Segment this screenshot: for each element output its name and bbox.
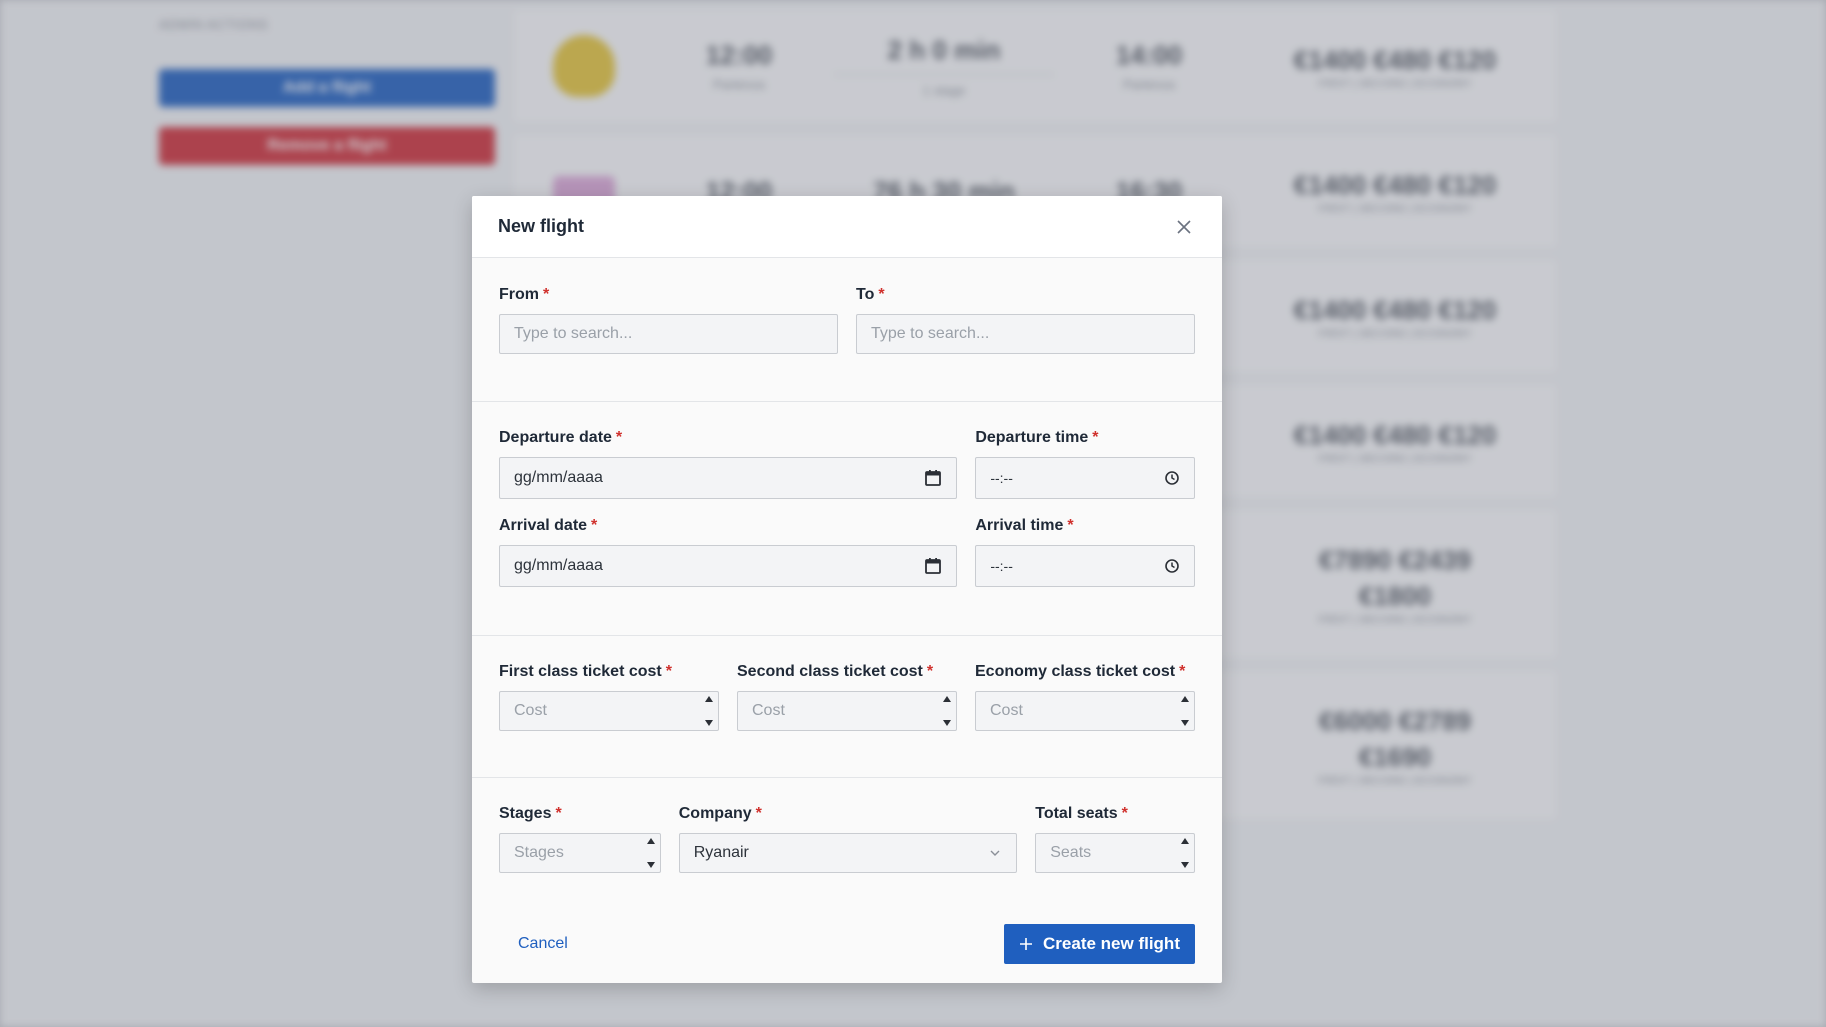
first-class-cost-label: First class ticket cost [499, 663, 662, 680]
stages-label: Stages [499, 805, 552, 822]
arrival-time-input[interactable]: --:-- [975, 545, 1195, 587]
departure-date-input[interactable]: gg/mm/aaaa [499, 457, 958, 499]
company-select[interactable]: Ryanair [678, 833, 1018, 873]
economy-class-cost-input[interactable]: Cost [975, 691, 1195, 731]
clock-icon[interactable] [1164, 470, 1180, 486]
total-seats-label: Total seats [1035, 805, 1118, 822]
arrival-time-label: Arrival time [975, 517, 1064, 534]
departure-time-input[interactable]: --:-- [975, 457, 1195, 499]
close-button[interactable] [1172, 215, 1196, 239]
calendar-icon[interactable] [924, 469, 942, 487]
chevron-down-icon [988, 846, 1002, 860]
second-class-cost-input[interactable]: Cost [737, 691, 957, 731]
arrival-date-input[interactable]: gg/mm/aaaa [499, 545, 958, 587]
total-seats-input[interactable]: Seats [1035, 833, 1195, 873]
schedule-section: Departure date * gg/mm/aaaa Departure tim… [472, 402, 1222, 636]
company-label: Company [678, 805, 752, 822]
number-stepper[interactable] [1179, 696, 1191, 726]
modal-footer: Cancel Create new flight [472, 924, 1222, 964]
clock-icon[interactable] [1164, 558, 1180, 574]
close-icon [1177, 219, 1191, 234]
to-label: To [856, 286, 875, 303]
pricing-section: First class ticket cost * Cost Second cla… [472, 636, 1222, 778]
arrival-date-label: Arrival date [499, 517, 588, 534]
plus-icon [1020, 938, 1033, 950]
modal-header: New flight [472, 196, 1222, 258]
required-mark: * [878, 286, 885, 303]
number-stepper[interactable] [703, 696, 715, 726]
first-class-cost-input[interactable]: Cost [499, 691, 719, 731]
second-class-cost-label: Second class ticket cost [737, 663, 923, 680]
departure-date-label: Departure date [499, 429, 612, 446]
to-input[interactable]: Type to search... [856, 314, 1195, 354]
from-label: From [499, 286, 539, 303]
stages-input[interactable]: Stages [499, 833, 661, 873]
calendar-icon[interactable] [924, 557, 942, 575]
required-mark: * [543, 286, 550, 303]
number-stepper[interactable] [1179, 838, 1191, 868]
number-stepper[interactable] [941, 696, 953, 726]
details-section: Stages * Stages Company * Ryanair Total se… [472, 778, 1222, 873]
new-flight-modal: New flight From * Type to search... To * T… [472, 196, 1222, 983]
create-flight-label: Create new flight [1043, 934, 1180, 953]
route-section: From * Type to search... To * Type to sear… [472, 258, 1222, 402]
create-flight-button[interactable]: Create new flight [1004, 924, 1195, 964]
number-stepper[interactable] [645, 838, 657, 868]
economy-class-cost-label: Economy class ticket cost [975, 663, 1176, 680]
from-input[interactable]: Type to search... [499, 314, 838, 354]
cancel-button[interactable]: Cancel [499, 925, 587, 963]
departure-time-label: Departure time [975, 429, 1089, 446]
modal-title: New flight [498, 216, 584, 236]
